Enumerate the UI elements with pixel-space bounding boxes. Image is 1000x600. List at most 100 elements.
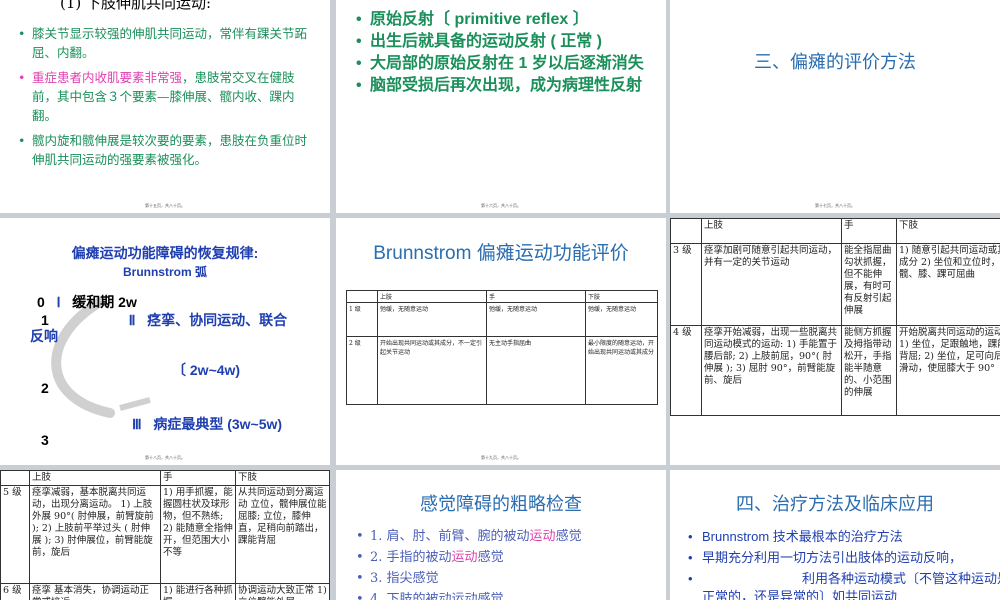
slide-footer: 第十七页，共八十页。 [815,203,855,208]
stage-roman: Ⅰ [56,294,61,310]
header-cell: 下肢 [896,218,1000,244]
table-cell: 协调运动大致正常 1) 立位髋能外展 [235,583,330,600]
slide-thumbnail-16[interactable]: • 原始反射〔 primitive reflex 〕 • 出生后就具备的运动反射 (… [336,0,666,213]
bullet-icon: • [356,77,362,94]
table-cell: 1) 用手抓握，能握圆柱状及球形物，但不熟练; 2) 能随意全指伸开，但范围大小… [160,485,236,584]
list-item: • 利用各种运动模式〔不管这种运动是正常的，还是异常的〕如共同运动 [688,570,1000,600]
slide-title: 感觉障碍的粗略检查 [420,494,582,515]
header-cell: 上肢 [701,218,842,244]
table-cell: 痉挛 基本消失，协调运动正常或接近 [29,583,161,600]
table-cell: 2 级 [346,336,378,405]
header-cell [0,470,30,486]
bullet-icon: • [356,55,362,72]
bullet-text: 早期充分利用一切方法引出肢体的运动反响， [702,550,963,565]
slide-thumbnail-17[interactable]: 三、偏瘫的评价方法 第十七页，共八十页。 [670,0,1000,213]
stage-row-1-cont: 反响 [30,328,58,344]
table-cell: 痉挛开始减弱，出现一些脱离共同运动模式的运动: 1) 手能置于腰后部; 2) 上… [701,325,842,416]
table-cell: 1) 能进行各种抓握 [160,583,236,600]
header-cell: 手 [160,470,236,486]
table-row: 1 级 弛缓，无随意运动 弛缓，无随意运动 弛缓，无随意运动 [346,302,658,337]
bullet-text: Brunnstrom 技术最根本的治疗方法 [702,529,903,544]
header-cell: 下肢 [235,470,330,486]
item-prefix: 2. 手指的被动 [370,550,452,565]
list-item: • 3. 指尖感觉 [356,570,656,588]
table-row: 2 级 开始出现共同运动或其成分，不一定引起关节运动 无主动手指屈曲 最小限度的… [346,336,658,405]
table-cell: 4 级 [670,325,702,416]
list-item: • 髋内旋和髋伸展是较次要的要素，患肢在负重位时伸肌共同运动的强要素被强化。 [18,131,318,169]
table-cell: 能侧方抓握及拇指带动松开，手指能半随意的、小范围的伸展 [841,325,897,416]
bullet-text: 原始反射〔 primitive reflex 〕 [370,11,589,28]
slide-footer: 第十九页，共八十页。 [481,455,521,460]
bullet-list: • 1. 肩、肘、前臂、腕的被动运动感觉 • 2. 手指的被动运动感觉 • 3. 指尖… [356,528,656,600]
slide-heading: (1) 下肢伸肌共同运动: [60,0,212,12]
bullet-text: 膝关节显示较强的伸肌共同运动，常伴有踝关节跖屈、内翻。 [32,26,308,60]
item-suffix: 感觉 [555,529,582,544]
slide-title: 四、治疗方法及临床应用 [736,494,934,515]
stage-row-0: 0 Ⅰ 缓和期 2w [37,292,137,312]
bullet-icon: • [18,70,26,85]
slide-footer: 第十八页，共八十页。 [145,455,185,460]
table-cell: 弛缓，无随意运动 [377,302,487,337]
stage-roman: Ⅲ [132,416,142,432]
table-header-row: 上肢 手 下肢 [346,290,658,303]
list-item: • 大局部的原始反射在 1 岁以后逐渐消失 [356,54,656,74]
bullet-text-highlight: 重症患者内收肌要素非常强，患肢常交叉在健肢前，其中包含３个要素—膝伸展、髋内收、… [32,70,295,123]
list-item: • 4. 下肢的被动运动感觉 [356,591,656,600]
slide-thumbnail-18[interactable]: 偏瘫运动功能障碍的恢复规律: Brunnstrom 弧 0 Ⅰ 缓和期 2w 1… [0,218,330,465]
item-highlight: 运动 [529,529,556,544]
list-item: • 1. 肩、肘、前臂、腕的被动运动感觉 [356,528,656,546]
header-cell [346,290,378,303]
bullet-text: 出生后就具备的运动反射 ( 正常 ) [370,33,602,50]
stage-roman: Ⅱ [128,312,136,328]
bullet-list: • 膝关节显示较强的伸肌共同运动，常伴有踝关节跖屈、内翻。 • 重症患者内收肌要… [18,24,318,175]
table-cell: 6 级 [0,583,30,600]
slide-thumbnail-23[interactable]: 四、治疗方法及临床应用 • Brunnstrom 技术最根本的治疗方法 • 早期充分… [670,470,1000,600]
table-cell: 能全指屈曲勾状抓握，但不能伸展，有时可有反射引起伸展 [841,243,897,326]
evaluation-table: 上肢 手 下肢 3 级 痉挛加剧可随意引起共同运动，并有一定的关节运动 能全指屈… [670,218,1000,416]
bullet-icon: • [356,33,362,50]
header-cell: 手 [486,290,586,303]
table-cell: 痉挛减弱，基本脱离共同运动，出现分离运动。 1) 上肢外展 90°( 肘伸展，前… [29,485,161,584]
list-item: • 早期充分利用一切方法引出肢体的运动反响， [688,549,1000,567]
bullet-list: • Brunnstrom 技术最根本的治疗方法 • 早期充分利用一切方法引出肢体的运… [688,528,1000,600]
slide-thumbnail-19[interactable]: Brunnstrom 偏瘫运动功能评价 上肢 手 下肢 1 级 弛缓，无随意运动… [336,218,666,465]
list-item: • 出生后就具备的运动反射 ( 正常 ) [356,32,656,52]
slide-thumbnail-22[interactable]: 感觉障碍的粗略检查 • 1. 肩、肘、前臂、腕的被动运动感觉 • 2. 手指的被动运… [336,470,666,600]
evaluation-table: 上肢 手 下肢 5 级 痉挛减弱，基本脱离共同运动，出现分离运动。 1) 上肢外… [0,470,330,600]
slide-thumbnail-15[interactable]: (1) 下肢伸肌共同运动: • 膝关节显示较强的伸肌共同运动，常伴有踝关节跖屈、… [0,0,330,213]
slide-footer: 第十五页，共八十页。 [145,203,185,208]
table-cell: 开始出现共同运动或其成分，不一定引起关节运动 [377,336,487,405]
list-item: • 膝关节显示较强的伸肌共同运动，常伴有踝关节跖屈、内翻。 [18,24,318,62]
table-row: 4 级 痉挛开始减弱，出现一些脱离共同运动模式的运动: 1) 手能置于腰后部; … [670,325,1000,416]
list-item: • 原始反射〔 primitive reflex 〕 [356,10,656,30]
table-cell: 从共同运动到分离运动 立位，髋伸展位能屈膝; 立位，膝伸直，足稍向前踏出，踝能背… [235,485,330,584]
item-prefix: 4. 下肢的被动运动感觉 [370,592,504,600]
item-suffix: 感觉 [477,550,504,565]
table-header-row: 上肢 手 下肢 [0,470,330,486]
slide-title: 三、偏瘫的评价方法 [754,52,916,73]
bullet-icon: • [356,529,364,544]
slide-title: Brunnstrom 偏瘫运动功能评价 [373,243,629,264]
bullet-icon: • [688,571,693,586]
stage-row-1: 1 Ⅱ 痉挛、协同运动、联合 [41,310,287,330]
stage-number: 0 [37,294,45,310]
bullet-list: • 原始反射〔 primitive reflex 〕 • 出生后就具备的运动反射 (… [356,10,656,98]
item-prefix: 3. 指尖感觉 [370,571,439,586]
bullet-icon: • [356,571,364,586]
header-cell: 上肢 [377,290,487,303]
evaluation-table: 上肢 手 下肢 1 级 弛缓，无随意运动 弛缓，无随意运动 弛缓，无随意运动 2… [346,290,658,405]
table-cell: 5 级 [0,485,30,584]
slide-thumbnail-20[interactable]: 上肢 手 下肢 3 级 痉挛加剧可随意引起共同运动，并有一定的关节运动 能全指屈… [670,218,1000,465]
slide-footer: 第十六页，共八十页。 [481,203,521,208]
table-cell: 1) 随意引起共同运动或其成分 2) 坐位和立位时，髋、膝、踝可屈曲 [896,243,1000,326]
table-cell: 无主动手指屈曲 [486,336,586,405]
bullet-text: 髋内旋和髋伸展是较次要的要素，患肢在负重位时伸肌共同运动的强要素被强化。 [32,133,308,167]
table-cell: 1 级 [346,302,378,337]
table-cell: 弛缓，无随意运动 [585,302,658,337]
stage-number-3: 3 [41,432,49,448]
header-cell [670,218,702,244]
table-header-row: 上肢 手 下肢 [670,218,1000,244]
header-cell: 手 [841,218,897,244]
item-highlight: 运动 [451,550,478,565]
slide-thumbnail-21[interactable]: 上肢 手 下肢 5 级 痉挛减弱，基本脱离共同运动，出现分离运动。 1) 上肢外… [0,470,330,600]
